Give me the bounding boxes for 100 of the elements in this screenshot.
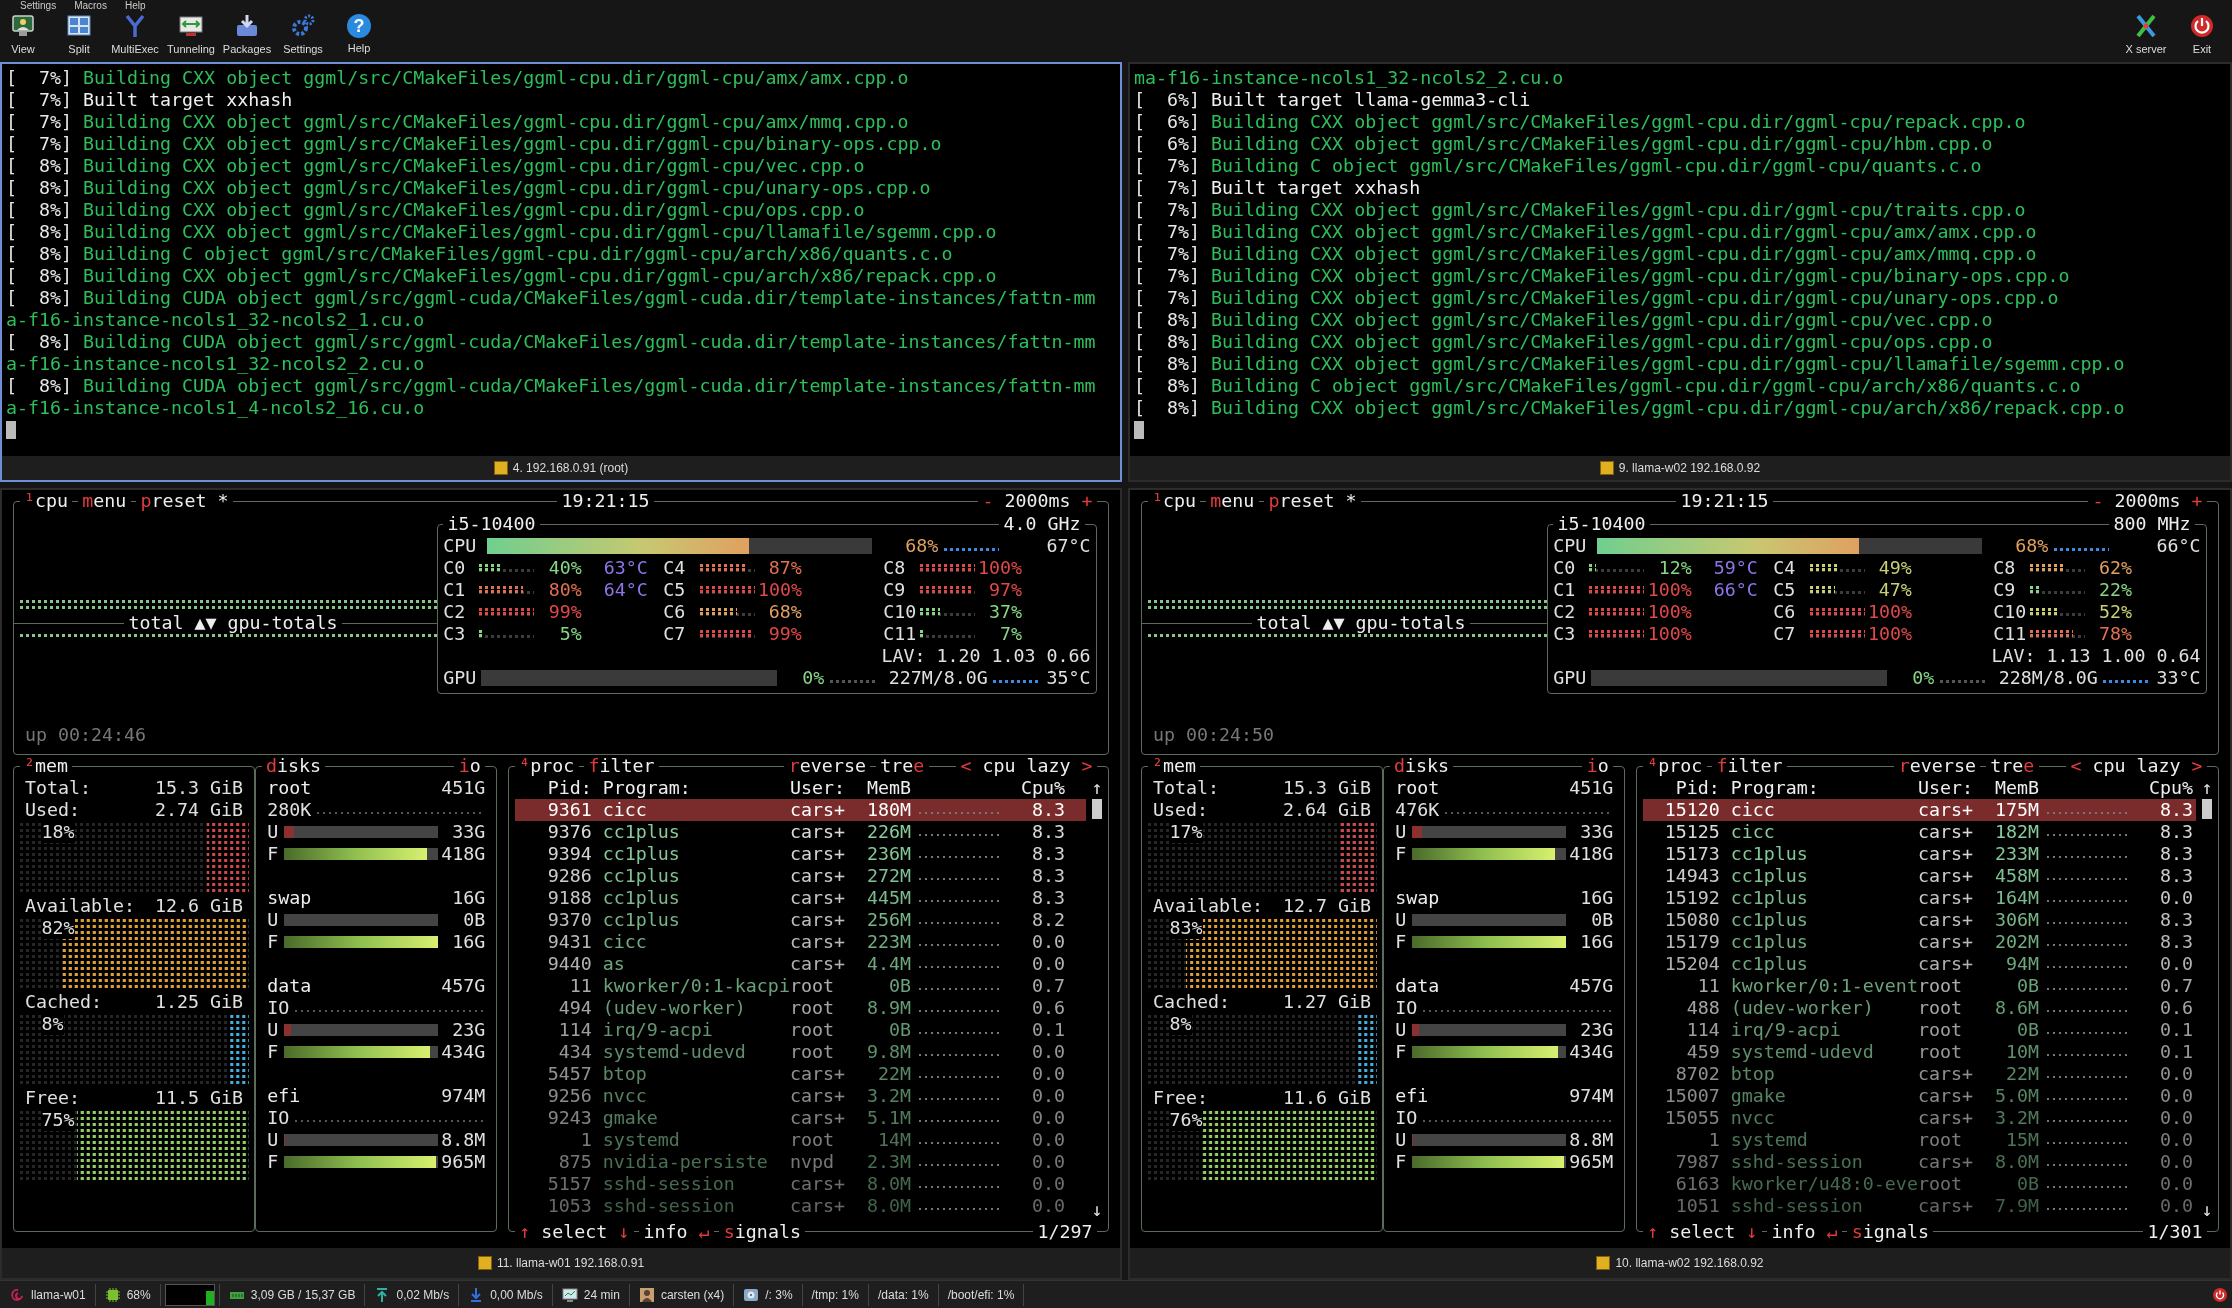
panel-tab[interactable]: signals [719, 1221, 806, 1243]
panel-tab[interactable]: ⁴ proc [514, 755, 579, 777]
panel-tab[interactable]: < cpu lazy > [2066, 755, 2207, 777]
scroll-up-arrow[interactable]: ↑ [2201, 777, 2213, 799]
column-header[interactable]: User: [789, 777, 856, 799]
table-cell-text: cars+ [789, 799, 846, 821]
column-header[interactable]: Pid: [514, 777, 592, 799]
disk-size: 451G [1569, 777, 1614, 799]
process-row[interactable]: 875 nvidia-persiste nvpd 2.3M 0.0 [514, 1151, 1086, 1173]
process-row[interactable]: 15192 cc1plus cars+ 164M 0.0 [1642, 887, 2196, 909]
process-row[interactable]: 1 systemd root 14M 0.0 [514, 1129, 1086, 1151]
panel-tab[interactable]: signals [1847, 1221, 1934, 1243]
process-row[interactable]: 9431 cicc cars+ 223M 0.0 [514, 931, 1086, 953]
table-cell-text: 494 [557, 997, 592, 1019]
process-row[interactable]: 494 (udev-worker) root 8.9M 0.6 [514, 997, 1086, 1019]
terminal-pane[interactable] [1128, 488, 2232, 1280]
power-icon[interactable] [2212, 1286, 2228, 1303]
panel-tab[interactable]: < cpu lazy > [956, 755, 1097, 777]
panel-tab[interactable]: ¹cpu [19, 490, 73, 512]
sparkline [2103, 680, 2151, 686]
process-row[interactable]: 9394 cc1plus cars+ 236M 8.3 [514, 843, 1086, 865]
process-row[interactable]: 15120 cicc cars+ 175M 8.3 [1642, 799, 2196, 821]
key-icon [1596, 1256, 1611, 1270]
process-row[interactable]: 6163 kworker/u48:0-eve root 0B 0.0 [1642, 1173, 2196, 1195]
table-cell-text: gmake [601, 1107, 659, 1129]
process-row[interactable]: 5157 sshd-session cars+ 8.0M 0.0 [514, 1173, 1086, 1195]
terminal-pane[interactable] [1128, 62, 2232, 482]
process-row[interactable]: 9188 cc1plus cars+ 445M 8.3 [514, 887, 1086, 909]
memory-percent: 83% [1169, 917, 1203, 939]
process-row[interactable]: 9286 cc1plus cars+ 272M 8.3 [514, 865, 1086, 887]
column-header[interactable]: Pid: [1642, 777, 1720, 799]
toolbar-button[interactable]: Exit [2174, 12, 2230, 56]
process-row[interactable]: 7987 sshd-session cars+ 8.0M 0.0 [1642, 1151, 2196, 1173]
process-row[interactable]: 11 kworker/0:1-event root 0B 0.7 [1642, 975, 2196, 997]
process-row[interactable]: 1053 sshd-session cars+ 8.0M 0.0 [514, 1195, 1086, 1217]
memory-value: 12.7 GiB [1283, 895, 1372, 917]
scroll-up-arrow[interactable]: ↑ [1091, 777, 1103, 799]
process-row[interactable]: 9256 nvcc cars+ 3.2M 0.0 [514, 1085, 1086, 1107]
scroll-thumb[interactable] [2202, 799, 2212, 819]
column-header[interactable]: Cpu% [2138, 777, 2193, 799]
process-row[interactable]: 9361 cicc cars+ 180M 8.3 [514, 799, 1086, 821]
download-box-icon [234, 13, 260, 39]
process-row[interactable]: 434 systemd-udevd root 9.8M 0.0 [514, 1041, 1086, 1063]
toolbar-button[interactable]: Settings [275, 12, 331, 56]
scroll-thumb[interactable] [1092, 799, 1102, 819]
terminal-pane[interactable] [0, 488, 1122, 1280]
toolbar-button[interactable]: Packages [219, 12, 275, 56]
toolbar-button[interactable]: Split [51, 12, 107, 56]
table-cell-text: 0.0 [1030, 1129, 1065, 1151]
process-row[interactable]: 15173 cc1plus cars+ 233M 8.3 [1642, 843, 2196, 865]
process-row[interactable]: 9243 gmake cars+ 5.1M 0.0 [514, 1107, 1086, 1129]
table-cell-text: 1053 [546, 1195, 592, 1217]
process-row[interactable]: 15125 cicc cars+ 182M 8.3 [1642, 821, 2196, 843]
core-label: C10 [883, 601, 917, 623]
column-header[interactable]: MemB [855, 777, 911, 799]
toolbar-button[interactable]: ? Help [331, 12, 387, 55]
terminal-line: [ 8%] Building CXX object ggml/src/CMakeFiles/ggml-cpu.dir/ggml-cpu/ops.cpp.o [6, 199, 865, 221]
process-row[interactable]: 114 irq/9-acpi root 0B 0.1 [1642, 1019, 2196, 1041]
bar-label: F [267, 1151, 280, 1173]
table-cell-text: 306M [1993, 909, 2039, 931]
process-row[interactable]: 1051 sshd-session cars+ 7.9M 0.0 [1642, 1195, 2196, 1217]
menu-item[interactable]: Macros [74, 0, 107, 12]
process-row[interactable]: 11 kworker/0:1-kacpi root 0B 0.7 [514, 975, 1086, 997]
process-row[interactable]: 459 systemd-udevd root 10M 0.1 [1642, 1041, 2196, 1063]
column-header[interactable]: MemB [1983, 777, 2039, 799]
panel-tab[interactable]: ⁴ proc [1642, 755, 1707, 777]
menu-item[interactable]: Help [124, 0, 146, 12]
process-row[interactable]: 15055 nvcc cars+ 3.2M 0.0 [1642, 1107, 2196, 1129]
process-row[interactable]: 9376 cc1plus cars+ 226M 8.3 [514, 821, 1086, 843]
process-row[interactable]: 5457 btop cars+ 22M 0.0 [514, 1063, 1086, 1085]
column-header[interactable]: User: [1917, 777, 1984, 799]
process-row[interactable]: 14943 cc1plus cars+ 458M 8.3 [1642, 865, 2196, 887]
terminal-pane[interactable] [0, 62, 1122, 482]
table-cell-text: 0.0 [2158, 1107, 2193, 1129]
scroll-down-arrow[interactable]: ↓ [1091, 1199, 1103, 1221]
process-row[interactable]: 1 systemd root 15M 0.0 [1642, 1129, 2196, 1151]
process-row[interactable]: 15007 gmake cars+ 5.0M 0.0 [1642, 1085, 2196, 1107]
column-header[interactable]: Program: [591, 777, 790, 799]
toolbar-button[interactable]: View [0, 12, 51, 56]
menu-item[interactable]: Settings [20, 0, 57, 12]
process-row[interactable]: 8702 btop cars+ 22M 0.0 [1642, 1063, 2196, 1085]
table-cell-text: 15125 [1663, 821, 1720, 843]
disk-size: 16G [1580, 887, 1614, 909]
process-row[interactable]: 114 irq/9-acpi root 0B 0.1 [514, 1019, 1086, 1041]
scroll-down-arrow[interactable]: ↓ [2201, 1199, 2213, 1221]
column-header[interactable]: Cpu% [1010, 777, 1065, 799]
process-row[interactable]: 9440 as cars+ 4.4M 0.0 [514, 953, 1086, 975]
terminal-line: [ 8%] Building C object ggml/src/CMakeFiles/ggml-cpu.dir/ggml-cpu/arch/x86/quants.c.o [1134, 375, 2081, 397]
terminal-line: [ 7%] Building CXX object ggml/src/CMakeFiles/ggml-cpu.dir/ggml-cpu/amx/amx.cpp.o [6, 67, 909, 89]
process-row[interactable]: 488 (udev-worker) root 8.6M 0.6 [1642, 997, 2196, 1019]
process-row[interactable]: 9370 cc1plus cars+ 256M 8.2 [514, 909, 1086, 931]
panel-tab[interactable]: ¹cpu [1147, 490, 1201, 512]
column-header[interactable]: Program: [1719, 777, 1918, 799]
toolbar-button[interactable]: X server [2118, 12, 2174, 56]
toolbar-button[interactable]: Tunneling [163, 12, 219, 56]
toolbar-button[interactable]: MultiExec [107, 12, 163, 56]
process-row[interactable]: 15204 cc1plus cars+ 94M 0.0 [1642, 953, 2196, 975]
process-row[interactable]: 15080 cc1plus cars+ 306M 8.3 [1642, 909, 2196, 931]
process-row[interactable]: 15179 cc1plus cars+ 202M 8.3 [1642, 931, 2196, 953]
core-label: C4 [1773, 557, 1797, 579]
